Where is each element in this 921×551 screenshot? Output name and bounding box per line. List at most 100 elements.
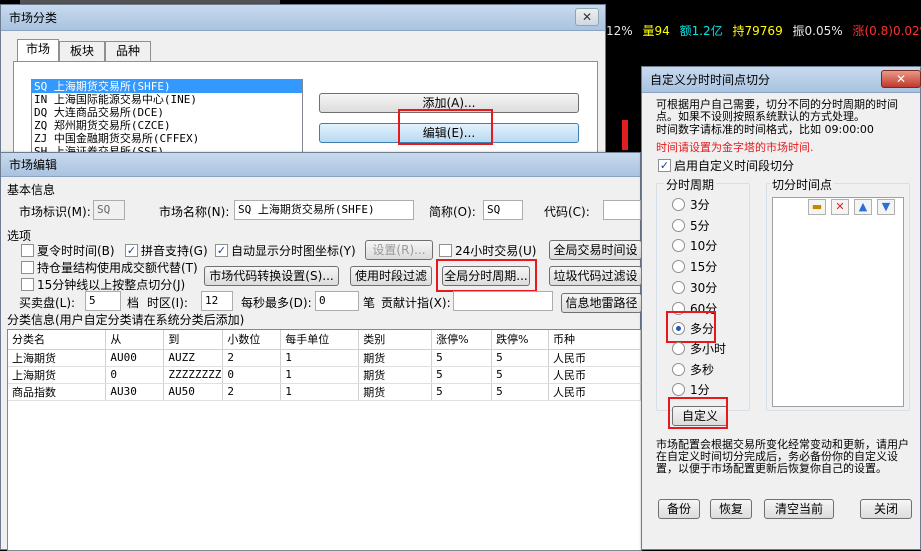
custom-cut-title: 自定义分时时间点切分 bbox=[650, 73, 770, 87]
check-icon[interactable]: ✓ bbox=[658, 159, 671, 172]
radio-label: 60分 bbox=[690, 300, 717, 317]
check-icon[interactable]: ✓ bbox=[125, 244, 138, 257]
column-header[interactable]: 分类名 bbox=[8, 330, 106, 349]
column-header[interactable]: 小数位 bbox=[223, 330, 281, 349]
radio-dot[interactable] bbox=[672, 219, 685, 232]
delete-icon[interactable]: ✕ bbox=[831, 199, 849, 215]
column-header[interactable]: 涨停% bbox=[432, 330, 492, 349]
table-row[interactable]: 上海期货 AU00 AUZZ 2 1 期货 5 5 人民币 bbox=[8, 349, 641, 366]
table-row[interactable]: 上海期货 0 ZZZZZZZZ 0 1 期货 5 5 人民币 bbox=[8, 366, 641, 383]
column-header[interactable]: 到 bbox=[164, 330, 223, 349]
radio-dot[interactable] bbox=[672, 281, 685, 294]
close-button[interactable]: 关闭 bbox=[860, 499, 912, 519]
pinyin-checkbox[interactable]: ✓拼音支持(G) bbox=[125, 242, 208, 258]
column-header[interactable]: 类别 bbox=[359, 330, 432, 349]
close-icon[interactable]: ✕ bbox=[575, 8, 599, 26]
list-item[interactable]: IN 上海国际能源交易中心(INE) bbox=[32, 93, 302, 106]
period-radio[interactable]: 多秒 bbox=[672, 361, 714, 377]
list-item[interactable]: DQ 大连商品交易所(DCE) bbox=[32, 106, 302, 119]
market-name-label: 市场名称(N): bbox=[159, 203, 229, 220]
column-header[interactable]: 每手单位 bbox=[281, 330, 359, 349]
period-radio[interactable]: 10分 bbox=[672, 237, 717, 253]
class-table: 分类名 从 到 小数位 每手单位 类别 涨停% 跌停% 币种 上海期货 AU00… bbox=[8, 330, 641, 401]
column-header[interactable]: 跌停% bbox=[492, 330, 549, 349]
radio-label: 15分 bbox=[690, 258, 717, 275]
code-convert-button[interactable]: 市场代码转换设置(S)... bbox=[204, 266, 339, 286]
market-class-title: 市场分类 bbox=[9, 11, 57, 25]
radio-dot-selected[interactable] bbox=[672, 322, 685, 335]
settings-button[interactable]: 设置(R)... bbox=[365, 240, 433, 260]
junk-filter-button[interactable]: 垃圾代码过滤设 bbox=[549, 266, 642, 286]
ticker-pct: 12% bbox=[606, 24, 633, 38]
global-period-button[interactable]: 全局分时周期... bbox=[442, 266, 530, 286]
abbr-field[interactable]: SQ bbox=[483, 200, 523, 220]
contrib-field[interactable] bbox=[453, 291, 553, 311]
period-group-title: 分时周期 bbox=[664, 176, 716, 193]
column-header[interactable]: 从 bbox=[106, 330, 164, 349]
radio-dot[interactable] bbox=[672, 239, 685, 252]
table-cell: 上海期货 bbox=[8, 349, 106, 366]
tab-sector[interactable]: 板块 bbox=[59, 41, 105, 61]
tab-market[interactable]: 市场 bbox=[17, 39, 59, 61]
period-radio[interactable]: 3分 bbox=[672, 196, 710, 212]
radio-dot[interactable] bbox=[672, 342, 685, 355]
per-second-field[interactable]: 0 bbox=[315, 291, 359, 311]
period-radio[interactable]: 30分 bbox=[672, 279, 717, 295]
time-filter-button[interactable]: 使用时段过滤 bbox=[350, 266, 432, 286]
radio-dot[interactable] bbox=[672, 383, 685, 396]
format-hint: 时间数字请标准的时间格式，比如 09:00:00 bbox=[656, 124, 912, 136]
radio-dot[interactable] bbox=[672, 302, 685, 315]
add-button[interactable]: 添加(A)... bbox=[319, 93, 579, 113]
red-note: 时间请设置为金字塔的市场时间. bbox=[656, 139, 912, 155]
list-item[interactable]: ZQ 郑州期货交易所(CZCE) bbox=[32, 119, 302, 132]
period-radio[interactable]: 15分 bbox=[672, 258, 717, 274]
cutpoint-list[interactable] bbox=[772, 197, 904, 407]
custom-button[interactable]: 自定义 bbox=[672, 406, 728, 426]
restore-button[interactable]: 恢复 bbox=[710, 499, 752, 519]
radio-dot[interactable] bbox=[672, 363, 685, 376]
folder-icon[interactable]: ▬ bbox=[808, 199, 826, 215]
list-item[interactable]: ZJ 中国金融期货交易所(CFFEX) bbox=[32, 132, 302, 145]
radio-dot[interactable] bbox=[672, 198, 685, 211]
period-radio[interactable]: 60分 bbox=[672, 300, 717, 316]
arrow-down-icon[interactable]: ▼ bbox=[877, 199, 895, 215]
custom-cut-titlebar: 自定义分时时间点切分 ✕ bbox=[642, 67, 920, 93]
tab-variety[interactable]: 品种 bbox=[105, 41, 151, 61]
checkbox-box[interactable] bbox=[439, 244, 452, 257]
15min-cut-checkbox[interactable]: 15分钟线以上按整点切分(J) bbox=[21, 276, 185, 292]
hold-struct-checkbox[interactable]: 持仓量结构使用成交额代替(T) bbox=[21, 259, 198, 275]
bid-ask-field[interactable]: 5 bbox=[85, 291, 121, 311]
info-path-button[interactable]: 信息地雷路径 bbox=[561, 293, 642, 313]
backup-button[interactable]: 备份 bbox=[658, 499, 700, 519]
list-item[interactable]: SQ 上海期货交易所(SHFE) bbox=[32, 80, 302, 93]
checkbox-box[interactable] bbox=[21, 244, 34, 257]
close-icon[interactable]: ✕ bbox=[881, 70, 921, 88]
column-header[interactable]: 币种 bbox=[549, 330, 641, 349]
period-radio[interactable]: 1分 bbox=[672, 381, 710, 397]
code-field[interactable] bbox=[603, 200, 641, 220]
checkbox-box[interactable] bbox=[21, 278, 34, 291]
edit-button[interactable]: 编辑(E)... bbox=[319, 123, 579, 143]
period-radio[interactable]: 多小时 bbox=[672, 340, 726, 356]
24h-trade-checkbox[interactable]: 24小时交易(U) bbox=[439, 242, 536, 258]
period-radio-selected[interactable]: 多分 bbox=[672, 320, 714, 336]
market-name-field[interactable]: SQ 上海期货交易所(SHFE) bbox=[234, 200, 414, 220]
auto-coord-checkbox[interactable]: ✓自动显示分时图坐标(Y) bbox=[215, 242, 356, 258]
radio-label: 多小时 bbox=[690, 340, 726, 357]
market-id-field[interactable]: SQ bbox=[93, 200, 125, 220]
table-row[interactable]: 商品指数 AU30 AU50 2 1 期货 5 5 人民币 bbox=[8, 383, 641, 400]
arrow-up-icon[interactable]: ▲ bbox=[854, 199, 872, 215]
enable-custom-cut-checkbox[interactable]: ✓启用自定义时间段切分 bbox=[658, 157, 794, 173]
check-icon[interactable]: ✓ bbox=[215, 244, 228, 257]
checkbox-label: 启用自定义时间段切分 bbox=[674, 157, 794, 174]
summer-time-checkbox[interactable]: 夏令时时间(B) bbox=[21, 242, 115, 258]
checkbox-box[interactable] bbox=[21, 261, 34, 274]
table-cell: 2 bbox=[223, 383, 281, 400]
clear-current-button[interactable]: 清空当前 bbox=[764, 499, 834, 519]
radio-dot[interactable] bbox=[672, 260, 685, 273]
period-radio[interactable]: 5分 bbox=[672, 217, 710, 233]
market-list[interactable]: SQ 上海期货交易所(SHFE) IN 上海国际能源交易中心(INE) DQ 大… bbox=[31, 79, 303, 159]
global-trade-time-button[interactable]: 全局交易时间设 bbox=[549, 240, 642, 260]
timezone-field[interactable]: 12 bbox=[201, 291, 233, 311]
table-cell: 上海期货 bbox=[8, 366, 106, 383]
